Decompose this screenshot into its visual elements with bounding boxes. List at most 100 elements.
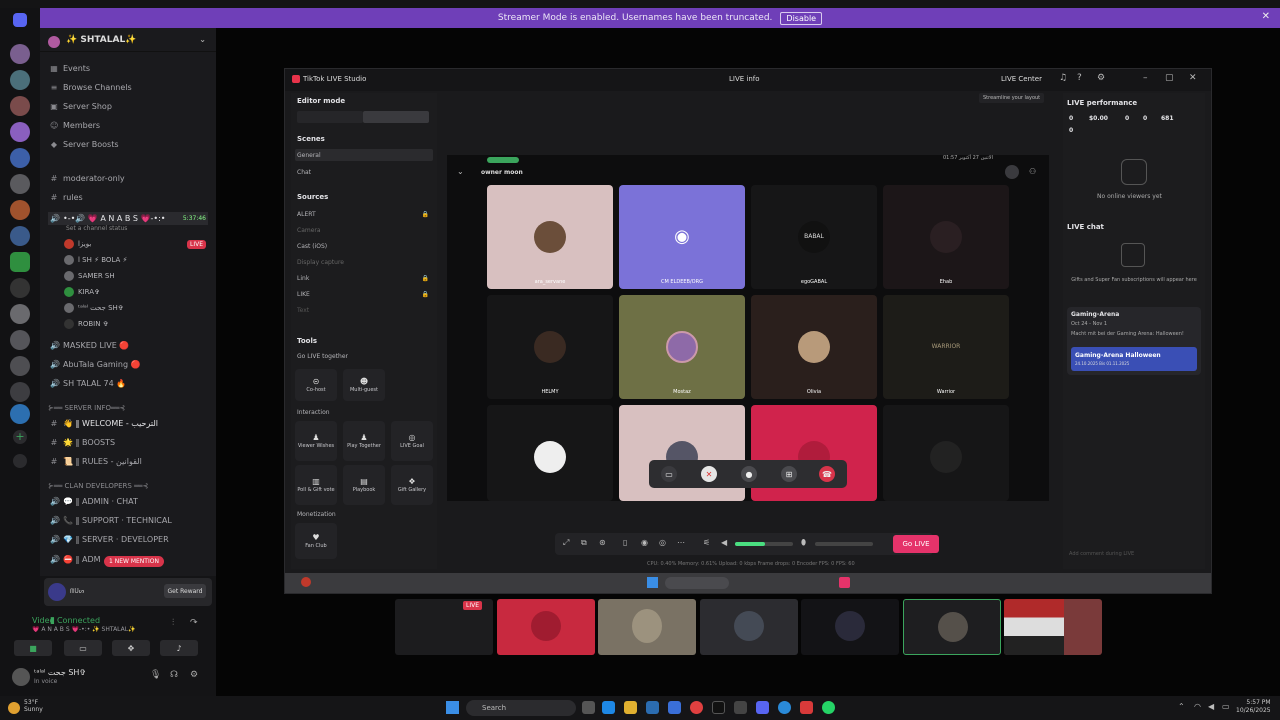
participant-tile[interactable] [883,405,1009,501]
app-icon[interactable] [800,701,813,714]
source-display-capture[interactable]: Display capture [297,259,344,266]
headphones-icon[interactable]: ☊ [170,670,178,680]
weather-widget[interactable]: 53°F Sunny [24,699,43,713]
whatsapp-icon[interactable] [822,701,835,714]
gift-gallery-tool[interactable]: ❖ Gift Gallery [391,465,433,505]
close-icon[interactable]: ✕ [1262,11,1270,22]
multiguest-tool[interactable]: ☻ Multi-guest [343,369,385,401]
server-icon[interactable] [10,382,30,402]
channel-admin-2[interactable]: 🔊 ⛔ ‖ ADM [50,555,101,564]
end-call-icon[interactable]: ☎ [819,466,835,482]
taskbar-search[interactable]: Search [466,700,576,716]
voice-channel-active[interactable]: 🔊 •-•🔊 💗 A N A B S 💗-•:• 5:37:46 [48,212,208,225]
nav-server-shop[interactable]: ▣ Server Shop [50,102,112,111]
participant-tile[interactable]: Ehab [883,185,1009,289]
volume-icon[interactable]: ◀ [721,538,727,547]
minimize-icon[interactable]: – [1143,73,1148,83]
app-icon[interactable] [668,701,681,714]
playbook-tool[interactable]: ▤ Playbook [343,465,385,505]
participant-tile[interactable]: WARRIOR Warrior [883,295,1009,399]
windows-start-icon[interactable] [647,577,658,588]
participant-tile[interactable] [487,405,613,501]
tiktok-icon[interactable] [712,701,725,714]
poll-tool[interactable]: ▥ Poll & Gift vote [295,465,337,505]
participant-tile[interactable]: Mostaz [619,295,745,399]
server-icon[interactable] [10,70,30,90]
server-icon[interactable] [10,200,30,220]
source-link[interactable]: Link [297,275,309,282]
help-icon[interactable]: ? [1077,73,1082,83]
channel-boosts[interactable]: # 🌟 ‖ BOOSTS [50,438,115,447]
server-icon[interactable] [10,44,30,64]
streamline-layout-tip[interactable]: Streamline your layout [979,93,1045,103]
stream-thumbnail[interactable] [903,599,1001,655]
chevron-down-icon[interactable]: ⌄ [457,167,464,176]
new-mention-badge[interactable]: 1 NEW MENTION [104,556,164,567]
lock-icon[interactable]: 🔒 [422,211,429,218]
server-icon[interactable] [10,174,30,194]
live-info-tab[interactable]: LIVE info [729,75,760,83]
channel-rules[interactable]: # rules [50,193,83,202]
stream-thumbnail[interactable] [598,599,696,655]
screen-share-button[interactable]: ▭ [64,640,102,656]
voice-user[interactable]: ROBIN ✞ [64,319,109,329]
voice-channel-name[interactable]: 💗 A N A B S 💗-•:• ✨ SHTALAL✨ [32,626,136,633]
nav-events[interactable]: ▦ Events [50,64,90,73]
magic-icon[interactable]: ⤢ [563,538,569,548]
stream-thumbnail[interactable]: LIVE [395,599,493,655]
maximize-icon[interactable]: ▢ [1165,73,1174,83]
server-icon[interactable] [10,330,30,350]
viewer-wishes-tool[interactable]: ♟ Viewer Wishes [295,421,337,461]
editor-mode-dropdown[interactable]: Editor mode [297,97,345,105]
participant-tile[interactable]: BABAL egoGABAL [751,185,877,289]
volume-slider[interactable] [735,542,793,546]
speaker-toggle-icon[interactable] [1005,165,1019,179]
target-icon[interactable]: ◎ [659,538,666,547]
store-icon[interactable] [646,701,659,714]
soundboard-button[interactable]: ♪ [160,640,198,656]
gear-icon[interactable]: ⚙ [190,670,198,680]
phone-icon[interactable]: ▯ [623,538,627,547]
server-icon[interactable] [10,148,30,168]
wifi-icon[interactable]: ◠ [1194,702,1201,711]
play-together-tool[interactable]: ♟ Play Together [343,421,385,461]
voice-channel-shtalal[interactable]: 🔊 SH TALAL 74 🔥 [50,379,126,388]
voice-channel-abutala[interactable]: 🔊 AbuTala Gaming 🔴 [50,360,141,369]
nav-browse-channels[interactable]: ≡ Browse Channels [50,83,132,92]
chrome-icon[interactable] [690,701,703,714]
grid-icon[interactable]: ⊞ [781,466,797,482]
channel-welcome[interactable]: # 👋 ‖ WELCOME - الترحيب [50,419,158,428]
stream-thumbnail[interactable] [1004,599,1102,655]
category-clan-developers[interactable]: ⊱══ CLAN DEVELOPERS ══⊰ [48,482,148,490]
volume-icon[interactable]: ◀ [1208,702,1214,711]
get-reward-button[interactable]: Get Reward [164,584,206,598]
close-icon[interactable]: ✕ [1189,73,1197,83]
source-camera[interactable]: Camera [297,227,321,234]
live-goal-tool[interactable]: ◎ LIVE Goal [391,421,433,461]
participant-tile[interactable]: Olivia [751,295,877,399]
source-text[interactable]: Text [297,307,309,314]
lock-icon[interactable]: 🔒 [422,275,429,282]
participant-tile[interactable]: HELMY [487,295,613,399]
server-icon[interactable] [10,122,30,142]
server-icon[interactable] [10,304,30,324]
inner-search[interactable] [665,577,729,589]
chat-input[interactable]: Add comment during LIVE [1069,551,1134,557]
fan-club-tool[interactable]: ♥ Fan Club [295,523,337,559]
mic-muted-icon[interactable]: ✕ [701,466,717,482]
microphone-icon[interactable]: 🎙 [150,670,161,680]
channel-server-developer[interactable]: 🔊 💎 ‖ SERVER · DEVELOPER [50,535,169,544]
scene-chat[interactable]: Chat [297,169,311,176]
server-icon[interactable] [10,226,30,246]
voice-user[interactable]: SAMER SH [64,271,115,281]
file-explorer-icon[interactable] [624,701,637,714]
stream-thumbnail[interactable] [801,599,899,655]
discord-home-icon[interactable] [13,13,27,27]
voice-user[interactable]: ᵗᵃˡᵃˡ جحت SH✞ [64,303,124,313]
tiktok-app-icon[interactable] [839,577,850,588]
event-card[interactable]: Gaming-Arena Oct 24 - Nov 1 Macht mit be… [1067,307,1201,375]
landscape-toggle[interactable] [363,111,429,123]
camera-button[interactable]: ■ [14,640,52,656]
chevron-up-icon[interactable]: ⌃ [1178,702,1185,711]
effects-icon[interactable]: ⊛ [599,538,606,547]
